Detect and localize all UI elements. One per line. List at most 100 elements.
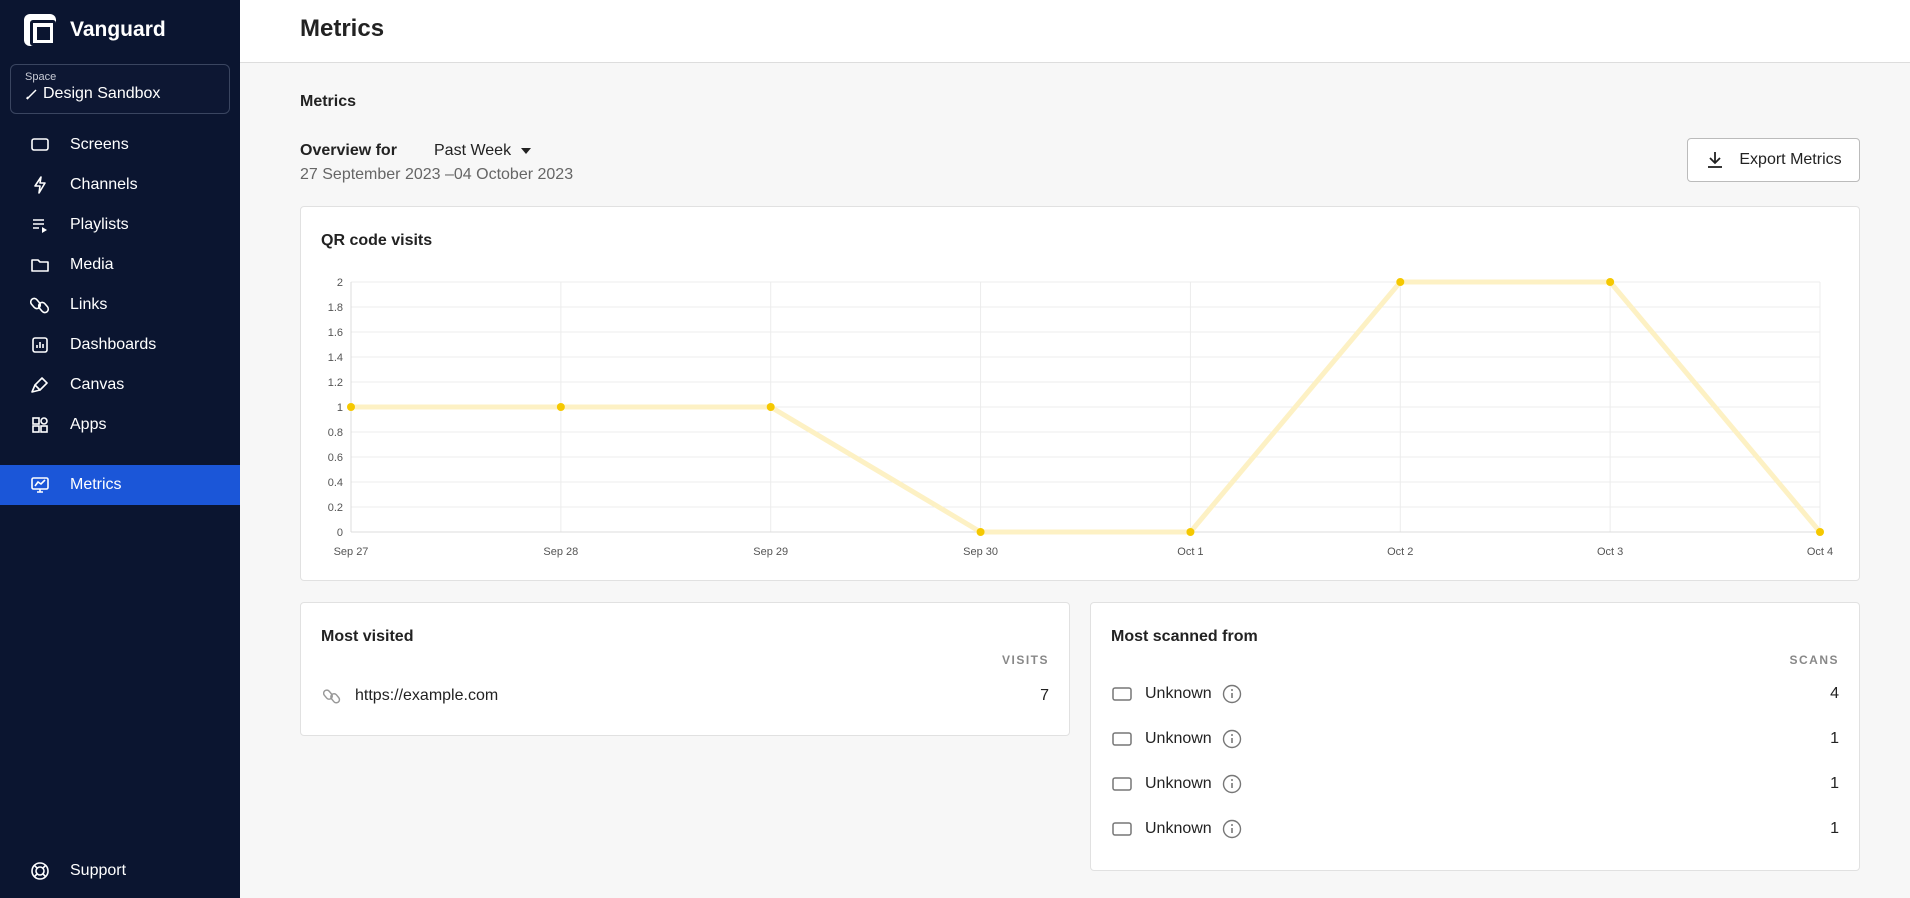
data-point (1816, 528, 1824, 536)
data-point (1606, 278, 1615, 286)
x-tick-label: Sep 30 (963, 546, 998, 558)
info-icon[interactable] (1222, 684, 1242, 704)
list-item[interactable]: Unknown 1 (1111, 769, 1839, 799)
export-metrics-label: Export Metrics (1739, 151, 1842, 168)
data-point (766, 403, 775, 411)
date-range: 27 September 2023 –04 October 2023 (300, 166, 574, 183)
playlist-icon (30, 215, 50, 235)
y-tick-label: 0.4 (328, 477, 343, 489)
data-point (556, 403, 565, 411)
y-tick-label: 2 (337, 277, 343, 289)
x-tick-label: Sep 28 (543, 546, 578, 558)
scan-count: 1 (1830, 730, 1839, 747)
page-title: Metrics (300, 15, 385, 42)
apps-icon (30, 415, 50, 435)
info-icon[interactable] (1222, 729, 1242, 749)
sidebar-item-label: Canvas (70, 376, 125, 393)
sidebar-item-links[interactable]: Links (0, 285, 240, 325)
sidebar-nav: Screens Channels Playlists Media Links D… (0, 125, 240, 505)
qr-visits-chart-card: QR code visits 0 0.2 0.4 0.6 0.8 1 1.2 1.4 1.6 1.… (300, 206, 1860, 581)
x-tick-label: Oct 1 (1177, 546, 1203, 558)
time-range-value: Past Week (434, 142, 512, 159)
download-icon (1708, 152, 1723, 168)
sidebar-item-label: Apps (70, 416, 107, 433)
most-scanned-title: Most scanned from (1111, 628, 1258, 645)
link-icon (321, 685, 343, 707)
sidebar-item-label: Media (70, 256, 114, 273)
screen-icon (1111, 728, 1133, 750)
source-label: Unknown (1145, 820, 1212, 837)
list-item[interactable]: Unknown 1 (1111, 724, 1839, 754)
sidebar-item-label: Playlists (70, 216, 129, 233)
sidebar-item-dashboards[interactable]: Dashboards (0, 325, 240, 365)
space-switcher[interactable]: Space Design Sandbox (10, 64, 230, 114)
sidebar-item-channels[interactable]: Channels (0, 165, 240, 205)
screen-icon (30, 135, 50, 155)
brush-icon (30, 375, 50, 395)
x-tick-label: Oct 4 (1807, 546, 1833, 558)
sidebar-item-label: Support (70, 862, 127, 879)
space-name: Design Sandbox (43, 85, 161, 102)
scans-column-header: SCANS (1789, 653, 1839, 667)
sidebar-item-label: Screens (70, 136, 129, 153)
sidebar-item-screens[interactable]: Screens (0, 125, 240, 165)
y-tick-label: 1.2 (328, 377, 343, 389)
y-tick-label: 0.6 (328, 452, 343, 464)
data-point (976, 528, 985, 536)
screen-icon (1111, 818, 1133, 840)
sidebar-support: Support (0, 851, 240, 891)
x-tick-label: Sep 29 (753, 546, 788, 558)
x-tick-label: Oct 3 (1597, 546, 1623, 558)
sidebar-item-label: Dashboards (70, 336, 157, 353)
y-tick-label: 0.8 (328, 427, 343, 439)
sidebar-item-playlists[interactable]: Playlists (0, 205, 240, 245)
dashboard-icon (30, 335, 50, 355)
visits-column-header: VISITS (1001, 653, 1049, 667)
caret-down-icon (521, 148, 532, 154)
space-label: Space (25, 71, 57, 83)
sidebar-item-label: Metrics (70, 476, 122, 493)
x-tick-label: Sep 27 (334, 546, 369, 558)
screen-icon (1111, 683, 1133, 705)
sidebar-item-media[interactable]: Media (0, 245, 240, 285)
sidebar-item-metrics[interactable]: Metrics (0, 465, 240, 505)
sidebar-item-support[interactable]: Support (0, 851, 240, 891)
list-item[interactable]: Unknown 1 (1111, 814, 1839, 844)
link-icon (30, 295, 50, 315)
y-tick-label: 1.6 (328, 327, 343, 339)
most-scanned-card: Most scanned from SCANS Unknown 4 Unknow… (1090, 602, 1860, 871)
brand[interactable]: Vanguard (24, 14, 166, 46)
visit-count: 7 (1040, 687, 1049, 704)
scan-count: 4 (1830, 685, 1839, 702)
scan-count: 1 (1830, 820, 1839, 837)
brand-name: Vanguard (70, 18, 166, 41)
data-point (1186, 528, 1195, 536)
metrics-icon (30, 475, 50, 495)
data-point (1396, 278, 1405, 286)
visited-url: https://example.com (355, 687, 499, 704)
sidebar-item-apps[interactable]: Apps (0, 405, 240, 445)
section-title: Metrics (300, 93, 357, 110)
info-icon[interactable] (1222, 774, 1242, 794)
folder-icon (30, 255, 50, 275)
lightning-icon (30, 175, 50, 195)
export-metrics-button[interactable]: Export Metrics (1687, 138, 1860, 182)
info-icon[interactable] (1222, 819, 1242, 839)
data-point (347, 403, 355, 411)
sidebar: Vanguard Space Design Sandbox Screens Ch… (0, 0, 240, 898)
time-range-dropdown[interactable]: Past Week (434, 142, 532, 160)
most-visited-title: Most visited (321, 628, 414, 645)
sidebar-item-canvas[interactable]: Canvas (0, 365, 240, 405)
x-tick-label: Oct 2 (1387, 546, 1413, 558)
sidebar-item-label: Channels (70, 176, 138, 193)
qr-visits-chart: 0 0.2 0.4 0.6 0.8 1 1.2 1.4 1.6 1.8 2 Sep 27 Sep 28 S… (328, 277, 1833, 558)
list-item[interactable]: https://example.com 7 (321, 681, 1049, 711)
list-item[interactable]: Unknown 4 (1111, 679, 1839, 709)
source-label: Unknown (1145, 775, 1212, 792)
y-tick-label: 1.8 (328, 302, 343, 314)
space-value: Design Sandbox (25, 85, 215, 103)
screen-icon (1111, 773, 1133, 795)
y-tick-label: 0.2 (328, 502, 343, 514)
source-label: Unknown (1145, 730, 1212, 747)
vanguard-logo-icon (24, 14, 56, 46)
